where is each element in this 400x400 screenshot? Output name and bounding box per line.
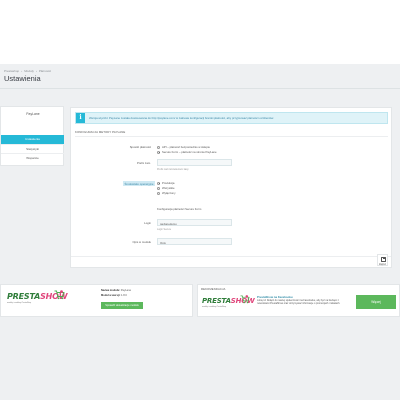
save-button[interactable]: Zapisz — [377, 254, 388, 266]
logo-tagline: moduły i szablony PrestaShop — [7, 302, 32, 304]
radio-button[interactable] — [157, 150, 160, 154]
environment-option-all[interactable]: Wszystkie — [157, 186, 175, 190]
logo-main: PRESTA — [7, 292, 41, 301]
secure-form-section-title: Konfiguracja płatności Secure Form — [157, 207, 202, 211]
module-name: PayLane — [26, 112, 40, 116]
login-input[interactable]: paylanedemo — [157, 219, 232, 226]
more-button[interactable]: Więcej — [356, 295, 396, 309]
menu-item-statistics[interactable]: Statystyki — [1, 144, 64, 153]
module-version-line: Moduł w wersji: 1.8.0 — [101, 294, 127, 297]
logo-tagline: moduły i szablony PrestaShop — [202, 306, 227, 308]
save-icon — [381, 256, 386, 262]
radio-label: Wszystkie — [162, 186, 175, 190]
module-name-value: PayLane — [120, 289, 132, 292]
module-version-value: 1.8.0 — [121, 294, 127, 297]
module-version-key: Moduł w wersji: — [101, 294, 121, 297]
environment-option-disabled[interactable]: Wyłączony — [157, 191, 176, 195]
menu-item-settings[interactable]: Ustawienia — [1, 135, 64, 144]
section-title: KONFIGURACJA METODY PAYLANE — [75, 130, 388, 137]
radio-label: Wyłączony — [162, 191, 176, 195]
recommendation-box: REKOMENDACJA PRESTASHOW moduły i szablon… — [197, 284, 400, 317]
radio-label: Produkcja — [162, 181, 175, 185]
check-updates-button[interactable]: Sprawdź aktualizacje modułu — [101, 302, 143, 309]
radio-button[interactable] — [157, 191, 160, 195]
menu-item-support[interactable]: Wsparcie — [1, 153, 64, 162]
description-input[interactable]: Opis — [157, 238, 232, 245]
module-name-key: Nazwa modułu: — [101, 289, 121, 292]
save-label: Zapisz — [378, 262, 387, 266]
breadcrumb-separator: › — [21, 69, 23, 73]
info-alert-text: Wersja wtyczki: PayLane została dostosow… — [89, 116, 274, 120]
module-info-box: PRESTASHOW moduły i szablony PrestaShop … — [0, 284, 193, 317]
info-icon: i — [76, 113, 85, 123]
order-prefix-input[interactable] — [157, 159, 232, 166]
radio-label: Secure Form – płatność na stronie PayLan… — [162, 150, 217, 154]
cart-icon — [54, 290, 65, 300]
divider — [0, 88, 400, 89]
environment-option-production[interactable]: Produkcja — [157, 181, 174, 185]
login-help: Login Secure — [157, 228, 172, 231]
radio-button[interactable] — [157, 181, 160, 185]
login-label: Login — [144, 221, 151, 225]
breadcrumb-item[interactable]: Płatności — [39, 69, 51, 73]
info-alert: i Wersja wtyczki: PayLane została dostos… — [75, 112, 388, 124]
breadcrumb-item[interactable]: Moduły — [24, 69, 34, 73]
recommendation-title: REKOMENDACJA — [201, 287, 226, 291]
page-title: Ustawienia — [4, 74, 41, 83]
recommendation-description: Lubię to! Dołącz do naszej społeczności … — [257, 299, 341, 305]
radio-button[interactable] — [157, 145, 160, 149]
payment-type-label: Sposób płatności — [129, 145, 151, 149]
breadcrumb-separator: › — [35, 69, 37, 73]
module-sidebar: PayLane Ustawienia Statystyki Wsparcie — [0, 106, 64, 166]
module-name-line: Nazwa modułu: PayLane — [101, 289, 131, 292]
panel-footer-divider — [71, 256, 391, 257]
cart-icon — [240, 295, 250, 304]
logo-main: PRESTA — [202, 297, 231, 305]
radio-button[interactable] — [157, 186, 160, 190]
payment-type-option-secure-form[interactable]: Secure Form – płatność na stronie PayLan… — [157, 150, 217, 154]
top-header-area — [0, 0, 400, 64]
breadcrumb: Prestashop › Moduły › Płatności — [4, 69, 51, 73]
module-menu: Ustawienia Statystyki Wsparcie — [1, 135, 64, 162]
description-label: Opis w modułu — [132, 240, 152, 244]
order-prefix-help: Prefix nad zamówieniem kasy — [157, 168, 189, 171]
order-prefix-label: Prefix zam. — [137, 161, 151, 165]
payment-type-option-api[interactable]: API – płatność bezpośrednio w sklepie — [157, 145, 210, 149]
radio-label: API – płatność bezpośrednio w sklepie — [162, 145, 210, 149]
config-panel: i Wersja wtyczki: PayLane została dostos… — [70, 107, 392, 268]
environment-label: Środowisko operacyjne — [123, 181, 155, 186]
breadcrumb-item[interactable]: Prestashop — [4, 69, 19, 73]
